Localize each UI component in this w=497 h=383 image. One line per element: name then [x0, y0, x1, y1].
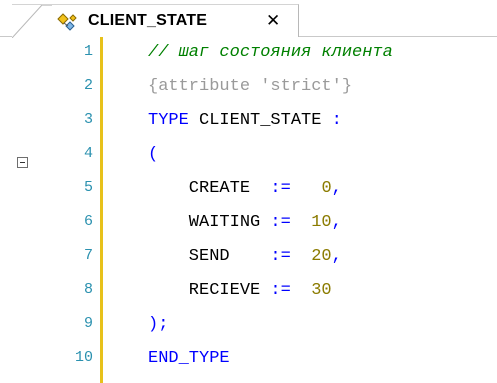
line-number: 10: [74, 349, 93, 366]
code-token-comment: // шаг состояния клиента: [148, 43, 393, 62]
code-token-punct: ,: [331, 179, 342, 198]
code-token-punct: ,: [331, 247, 342, 266]
code-token-punct: ,: [331, 213, 342, 232]
code-area[interactable]: 1 // шаг состояния клиента 2 {attribute 'st…: [0, 37, 497, 383]
code-token-ident: [291, 179, 322, 198]
code-token-num: 0: [321, 179, 332, 198]
code-line[interactable]: 5 CREATE := 0,: [0, 173, 497, 205]
code-token-keyword: END_TYPE: [148, 349, 230, 368]
code-token-ident: [291, 213, 311, 232]
code-token-ident: CREATE: [148, 179, 271, 198]
code-token-ident: SEND: [148, 247, 271, 266]
code-line[interactable]: 8 RECIEVE := 30: [0, 275, 497, 307]
code-token-keyword: TYPE: [148, 111, 189, 130]
code-text: (: [148, 145, 158, 164]
code-line[interactable]: 1 // шаг состояния клиента: [0, 37, 497, 69]
close-icon[interactable]: ✕: [266, 12, 280, 30]
code-text: // шаг состояния клиента: [148, 43, 393, 62]
code-token-op: :=: [270, 179, 291, 198]
line-number: 2: [83, 77, 93, 94]
line-number: 9: [83, 315, 93, 332]
tab-client-state[interactable]: CLIENT_STATE ✕: [12, 4, 299, 38]
code-token-num: 20: [311, 247, 332, 266]
code-token-punct: (: [148, 145, 159, 164]
code-editor: CLIENT_STATE ✕ 1 // шаг состояния клиента…: [0, 0, 497, 383]
line-number: 1: [83, 43, 93, 60]
tab-title: CLIENT_STATE: [88, 12, 208, 29]
code-text: CREATE := 0,: [148, 179, 342, 198]
code-text: END_TYPE: [148, 349, 230, 368]
code-token-punct: );: [148, 315, 169, 334]
line-number: 8: [83, 281, 93, 298]
line-number: 4: [83, 145, 93, 162]
line-number: 7: [83, 247, 93, 264]
code-token-op: :=: [270, 281, 291, 300]
code-token-ident: [291, 281, 311, 300]
code-text: SEND := 20,: [148, 247, 342, 266]
line-number: 3: [83, 111, 93, 128]
tab-slant-edge: [12, 5, 52, 38]
tab-strip: CLIENT_STATE ✕: [0, 0, 497, 38]
code-line[interactable]: 10 END_TYPE: [0, 343, 497, 375]
code-line[interactable]: 3 TYPE CLIENT_STATE :: [0, 105, 497, 137]
code-text: {attribute 'strict'}: [148, 77, 352, 96]
code-token-ident: CLIENT_STATE: [188, 111, 332, 130]
code-token-ident: RECIEVE: [148, 281, 271, 300]
code-token-num: 30: [311, 281, 332, 300]
line-number: 5: [83, 179, 93, 196]
code-token-punct: :: [331, 111, 342, 130]
code-text: );: [148, 315, 168, 334]
code-token-pragma: {attribute 'strict'}: [148, 77, 353, 96]
data-type-icon: [54, 11, 80, 33]
code-token-num: 10: [311, 213, 332, 232]
code-text: TYPE CLIENT_STATE :: [148, 111, 342, 130]
code-text: WAITING := 10,: [148, 213, 342, 232]
code-line[interactable]: 4(: [0, 139, 497, 171]
code-token-ident: [291, 247, 311, 266]
line-number: 6: [83, 213, 93, 230]
code-token-op: :=: [270, 213, 291, 232]
code-line[interactable]: 6 WAITING := 10,: [0, 207, 497, 239]
code-line[interactable]: 9);: [0, 309, 497, 341]
code-token-ident: WAITING: [148, 213, 271, 232]
code-text: RECIEVE := 30: [148, 281, 332, 300]
code-line[interactable]: 2 {attribute 'strict'}: [0, 71, 497, 103]
code-line[interactable]: 7 SEND := 20,: [0, 241, 497, 273]
code-token-op: :=: [270, 247, 291, 266]
